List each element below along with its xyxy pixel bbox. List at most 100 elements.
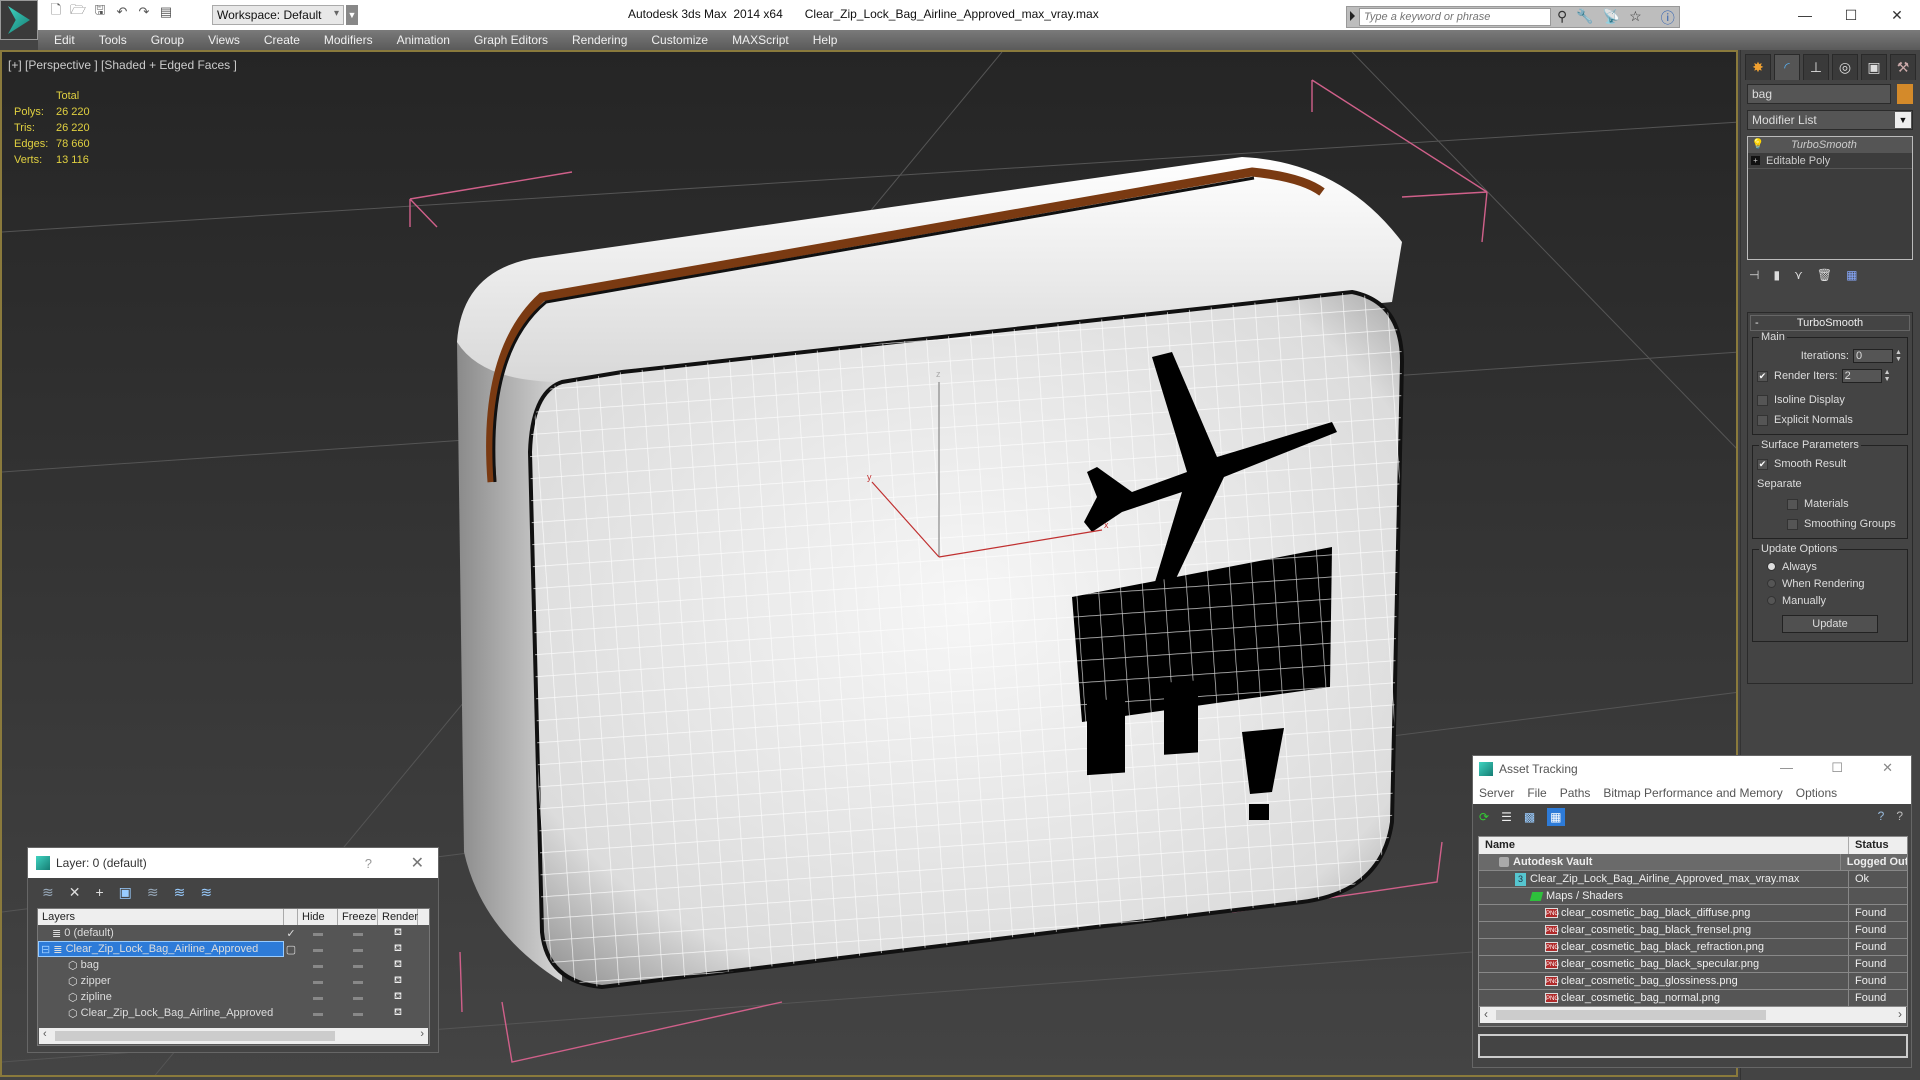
refresh-icon[interactable]: ⟳	[1479, 810, 1489, 824]
menu-modifiers[interactable]: Modifiers	[324, 33, 373, 47]
pin-stack-icon[interactable]: ⊣	[1749, 268, 1759, 282]
always-radio[interactable]	[1767, 562, 1776, 571]
hide-unhide-all-icon[interactable]: ≋	[200, 884, 212, 901]
hide-toggle[interactable]: ▬	[298, 992, 338, 1003]
close-button[interactable]: ✕	[411, 853, 424, 873]
lightbulb-icon[interactable]: 💡	[1751, 139, 1765, 150]
application-menu-button[interactable]	[0, 0, 38, 40]
asset-row[interactable]: PNG clear_cosmetic_bag_glossiness.png Fou…	[1479, 973, 1907, 990]
maximize-button[interactable]: ☐	[1831, 760, 1843, 776]
collapse-icon[interactable]: ⊟	[41, 943, 53, 956]
freeze-toggle[interactable]: ▬	[338, 976, 378, 987]
render-teapot-icon[interactable]: ⛾	[378, 975, 418, 988]
asset-row[interactable]: PNG clear_cosmetic_bag_black_frensel.png …	[1479, 922, 1907, 939]
menu-customize[interactable]: Customize	[651, 33, 708, 47]
menu-paths[interactable]: Paths	[1560, 786, 1591, 800]
menu-file[interactable]: File	[1527, 786, 1546, 800]
scroll-left-icon[interactable]: ‹	[1484, 1007, 1488, 1021]
scrollbar-thumb[interactable]	[55, 1031, 335, 1041]
remove-modifier-icon[interactable]: 🗑	[1817, 268, 1832, 282]
menu-group[interactable]: Group	[151, 33, 184, 47]
asset-row[interactable]: PNG clear_cosmetic_bag_normal.png Found	[1479, 990, 1907, 1007]
key-icon[interactable]: 🔧	[1576, 8, 1593, 28]
maximize-button[interactable]: ☐	[1828, 0, 1874, 30]
scroll-right-icon[interactable]: ›	[1898, 1007, 1902, 1021]
current-layer-checkbox[interactable]: ▢	[284, 943, 298, 956]
expand-arrow-icon[interactable]	[1350, 11, 1355, 21]
hide-toggle[interactable]: ▬	[298, 976, 338, 987]
star-icon[interactable]: ☆	[1629, 8, 1642, 28]
add-to-layer-icon[interactable]: +	[95, 884, 103, 900]
column-current[interactable]	[284, 909, 298, 925]
dialog-title-bar[interactable]: Asset Tracking — ☐ ✕	[1473, 756, 1911, 782]
table-view-icon[interactable]: ▦	[1547, 808, 1565, 826]
select-layer-icon[interactable]: ≋	[147, 884, 159, 901]
expand-plus-icon[interactable]: +	[1751, 156, 1760, 165]
make-unique-icon[interactable]: ⋎	[1794, 268, 1803, 282]
render-iters-checkbox[interactable]: ✔	[1757, 370, 1768, 382]
object-name-field[interactable]	[1747, 84, 1891, 104]
display-icon[interactable]: ▣	[1861, 54, 1887, 80]
render-teapot-icon[interactable]: ⛾	[378, 959, 418, 972]
iterations-spinner[interactable]: 0	[1853, 349, 1893, 363]
hide-toggle[interactable]: ▬	[298, 944, 338, 955]
hide-toggle[interactable]: ▬	[298, 1008, 338, 1019]
show-end-result-icon[interactable]: ▮	[1773, 268, 1780, 282]
create-icon[interactable]: ✸	[1745, 54, 1771, 80]
new-file-icon[interactable]: 🗋	[48, 2, 64, 20]
project-folder-icon[interactable]: ▤	[158, 4, 174, 20]
modifier-list-dropdown[interactable]: Modifier List ▼	[1747, 110, 1913, 130]
column-freeze[interactable]: Freeze	[338, 909, 378, 925]
close-button[interactable]: ✕	[1882, 760, 1893, 776]
asset-path-field[interactable]	[1478, 1034, 1908, 1058]
customize-qat-button[interactable]: ▼	[346, 5, 358, 25]
render-teapot-icon[interactable]: ⛾	[378, 991, 418, 1004]
freeze-toggle[interactable]: ▬	[338, 992, 378, 1003]
column-name[interactable]: Name	[1479, 837, 1849, 854]
object-row[interactable]: ⬡ Clear_Zip_Lock_Bag_Airline_Approved ▬ ▬…	[38, 1005, 429, 1021]
spinner-arrows-icon[interactable]: ▲ ▼	[1895, 349, 1903, 363]
configure-modifier-sets-icon[interactable]: ▦	[1846, 268, 1857, 282]
object-row[interactable]: ⬡ zipper ▬ ▬ ⛾	[38, 973, 429, 989]
create-layer-icon[interactable]: ≋	[42, 884, 54, 901]
close-button[interactable]: ✕	[1874, 0, 1920, 30]
scrollbar-thumb[interactable]	[1496, 1010, 1766, 1020]
render-teapot-icon[interactable]: ⛾	[378, 1007, 418, 1020]
binoculars-icon[interactable]: ⚲	[1557, 8, 1567, 28]
object-row[interactable]: ⬡ bag ▬ ▬ ⛾	[38, 957, 429, 973]
menu-views[interactable]: Views	[208, 33, 240, 47]
menu-tools[interactable]: Tools	[99, 33, 127, 47]
stack-item-editable-poly[interactable]: + Editable Poly	[1748, 153, 1912, 169]
menu-rendering[interactable]: Rendering	[572, 33, 627, 47]
menu-bitmap-performance[interactable]: Bitmap Performance and Memory	[1603, 786, 1782, 800]
hide-toggle[interactable]: ▬	[298, 928, 338, 939]
smoothing-groups-checkbox[interactable]	[1787, 518, 1798, 530]
asset-row[interactable]: Maps / Shaders	[1479, 888, 1907, 905]
menu-help[interactable]: Help	[813, 33, 838, 47]
motion-icon[interactable]: ◎	[1832, 54, 1858, 80]
asset-row[interactable]: PNG clear_cosmetic_bag_black_specular.png…	[1479, 956, 1907, 973]
manually-radio[interactable]	[1767, 596, 1776, 605]
hierarchy-icon[interactable]: ⊥	[1803, 54, 1829, 80]
render-teapot-icon[interactable]: ⛾	[378, 943, 418, 956]
stack-item-turbosmooth[interactable]: 💡 TurboSmooth	[1748, 137, 1912, 153]
help-icon[interactable]: ⓘ	[1661, 8, 1675, 28]
column-status[interactable]: Status	[1849, 837, 1889, 854]
hide-toggle[interactable]: ▬	[298, 960, 338, 971]
menu-create[interactable]: Create	[264, 33, 300, 47]
horizontal-scrollbar[interactable]: ‹ ›	[1480, 1007, 1906, 1023]
isoline-checkbox[interactable]	[1757, 394, 1768, 406]
open-file-icon[interactable]: 🗁	[70, 2, 86, 20]
minimize-button[interactable]: —	[1782, 0, 1828, 30]
scroll-right-icon[interactable]: ›	[420, 1028, 424, 1040]
list-view-icon[interactable]: ☰	[1501, 810, 1512, 824]
menu-server[interactable]: Server	[1479, 786, 1514, 800]
highlight-layer-icon[interactable]: ≋	[174, 884, 186, 901]
menu-animation[interactable]: Animation	[397, 33, 450, 47]
asset-row[interactable]: 3 Clear_Zip_Lock_Bag_Airline_Approved_max…	[1479, 871, 1907, 888]
asset-row[interactable]: Autodesk Vault Logged Out	[1479, 854, 1907, 871]
redo-icon[interactable]: ↷	[136, 4, 152, 20]
column-hide[interactable]: Hide	[298, 909, 338, 925]
freeze-toggle[interactable]: ▬	[338, 1008, 378, 1019]
when-rendering-radio[interactable]	[1767, 579, 1776, 588]
